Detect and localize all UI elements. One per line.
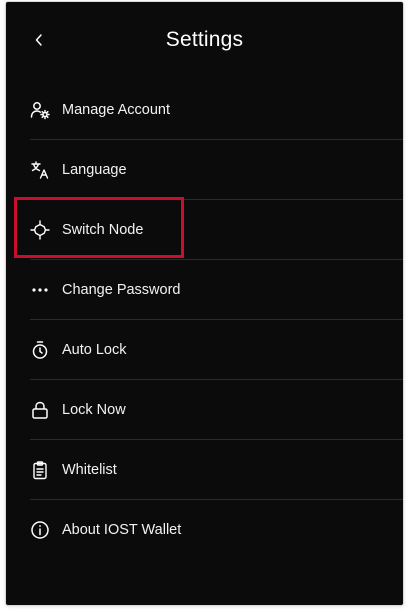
menu-item-label: Switch Node xyxy=(62,222,144,238)
menu-item-label: Language xyxy=(62,162,127,178)
user-gear-icon xyxy=(30,100,50,120)
menu-item-label: Lock Now xyxy=(62,402,126,418)
menu-item-label: Manage Account xyxy=(62,102,171,118)
timer-icon xyxy=(30,340,50,360)
settings-window: Settings Manage Account Language Switch … xyxy=(6,2,403,605)
menu-item-manage-account[interactable]: Manage Account xyxy=(6,80,403,140)
settings-menu: Manage Account Language Switch Node Chan… xyxy=(6,80,403,560)
info-icon xyxy=(30,520,50,540)
translate-icon xyxy=(30,160,50,180)
menu-item-whitelist[interactable]: Whitelist xyxy=(6,440,403,500)
menu-item-label: Auto Lock xyxy=(62,342,127,358)
menu-item-switch-node[interactable]: Switch Node xyxy=(6,200,403,260)
clipboard-list-icon xyxy=(30,460,50,480)
menu-item-lock-now[interactable]: Lock Now xyxy=(6,380,403,440)
page-title: Settings xyxy=(165,28,244,51)
menu-item-auto-lock[interactable]: Auto Lock xyxy=(6,320,403,380)
menu-item-label: About IOST Wallet xyxy=(62,522,182,538)
menu-item-about[interactable]: About IOST Wallet xyxy=(6,500,403,560)
header: Settings xyxy=(6,2,403,78)
menu-item-change-password[interactable]: Change Password xyxy=(6,260,403,320)
node-icon xyxy=(30,220,50,240)
menu-item-label: Change Password xyxy=(62,282,181,298)
dots-icon xyxy=(30,280,50,300)
lock-icon xyxy=(30,400,50,420)
menu-item-language[interactable]: Language xyxy=(6,140,403,200)
menu-item-label: Whitelist xyxy=(62,462,117,478)
